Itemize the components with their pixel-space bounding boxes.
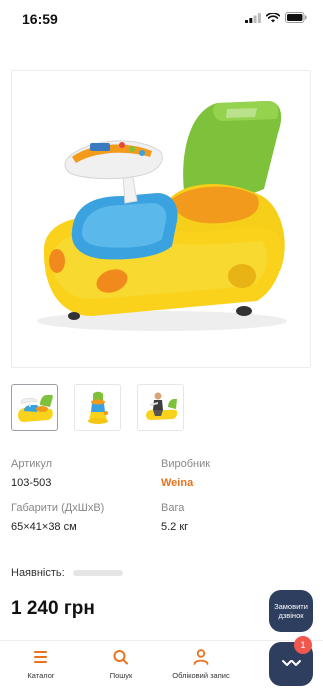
status-time: 16:59 xyxy=(22,11,58,27)
nav-search[interactable]: Пошук xyxy=(81,649,161,680)
signal-icon xyxy=(245,12,261,23)
thumbnail-2-image xyxy=(88,391,108,424)
spec-manufacturer: Виробник Weina xyxy=(161,458,210,489)
spec-manufacturer-link[interactable]: Weina xyxy=(161,477,210,489)
spec-weight-value: 5.2 кг xyxy=(161,521,189,533)
thumbnail-strip xyxy=(11,384,184,431)
product-price: 1 240 грн xyxy=(11,598,95,619)
battery-icon xyxy=(285,12,307,23)
product-main-image[interactable] xyxy=(11,70,311,368)
availability-label: Наявність: xyxy=(11,567,65,579)
thumbnail-2[interactable] xyxy=(74,384,121,431)
spec-dimensions-label: Габарити (ДхШхВ) xyxy=(11,502,105,514)
nav-catalog-label: Каталог xyxy=(27,671,55,680)
chat-unread-badge: 1 xyxy=(294,636,312,654)
thumbnail-1[interactable] xyxy=(11,384,58,431)
status-icons xyxy=(245,12,307,23)
callback-button[interactable]: Замовити дзвінок xyxy=(269,590,313,632)
thumbnail-3-image xyxy=(146,392,178,420)
chat-face-icon xyxy=(282,660,301,666)
nav-search-label: Пошук xyxy=(109,671,133,680)
nav-catalog[interactable]: Каталог xyxy=(1,649,81,680)
spec-article-label: Артикул xyxy=(11,458,53,470)
menu-icon xyxy=(34,651,47,663)
status-bar: 16:59 xyxy=(0,0,323,40)
nav-account-label: Обліковий запис xyxy=(172,671,230,680)
availability-row: Наявність: xyxy=(11,567,123,579)
spec-manufacturer-label: Виробник xyxy=(161,458,211,470)
spec-dimensions-value: 65×41×38 см xyxy=(11,521,77,533)
spec-article-value: 103-503 xyxy=(11,477,52,489)
spec-weight-label: Вага xyxy=(161,502,185,514)
thumbnail-3[interactable] xyxy=(137,384,184,431)
spec-weight: Вага 5.2 кг xyxy=(161,502,188,533)
wifi-icon xyxy=(266,12,280,22)
nav-account[interactable]: Обліковий запис xyxy=(161,649,241,680)
spec-dimensions: Габарити (ДхШхВ) 65×41×38 см xyxy=(11,502,104,533)
ride-on-car-illustration xyxy=(37,101,287,331)
spec-article: Артикул 103-503 xyxy=(11,458,52,489)
thumbnail-1-image xyxy=(18,395,53,422)
availability-placeholder xyxy=(72,570,123,576)
user-icon xyxy=(193,649,209,665)
search-icon xyxy=(113,650,128,665)
